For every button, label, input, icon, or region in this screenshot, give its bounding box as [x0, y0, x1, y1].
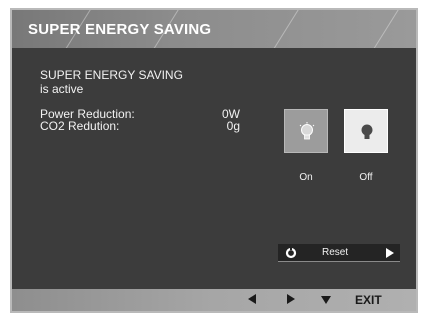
- on-button[interactable]: [284, 109, 328, 153]
- page-title: SUPER ENERGY SAVING: [28, 21, 212, 38]
- arrow-down-icon: [321, 296, 331, 304]
- reset-icon: [285, 247, 297, 259]
- lightbulb-off-icon: [361, 124, 373, 139]
- lightbulb-on-icon: [299, 122, 315, 140]
- left-key[interactable]: [248, 294, 256, 304]
- osd-window: SUPER ENERGY SAVING SUPER ENERGY SAVING …: [10, 8, 418, 313]
- metric-value: 0g: [226, 119, 240, 133]
- arrow-right-icon: [287, 294, 295, 304]
- arrow-right-icon: [386, 248, 394, 258]
- off-button[interactable]: [344, 109, 388, 153]
- footer-bar: EXIT: [12, 289, 416, 311]
- exit-button[interactable]: EXIT: [355, 293, 382, 307]
- on-button-label: On: [299, 172, 313, 183]
- right-key[interactable]: [287, 294, 295, 304]
- reset-label: Reset: [322, 247, 349, 258]
- reset-button[interactable]: Reset: [278, 244, 400, 262]
- arrow-left-icon: [248, 294, 256, 304]
- title-bar: SUPER ENERGY SAVING: [12, 10, 416, 65]
- down-key[interactable]: [321, 296, 331, 304]
- status-line-1: SUPER ENERGY SAVING: [40, 68, 183, 82]
- off-button-label: Off: [359, 172, 373, 183]
- status-text: SUPER ENERGY SAVING is active: [40, 68, 183, 96]
- metric-label: CO2 Redution:: [40, 119, 120, 133]
- status-line-2: is active: [40, 82, 84, 96]
